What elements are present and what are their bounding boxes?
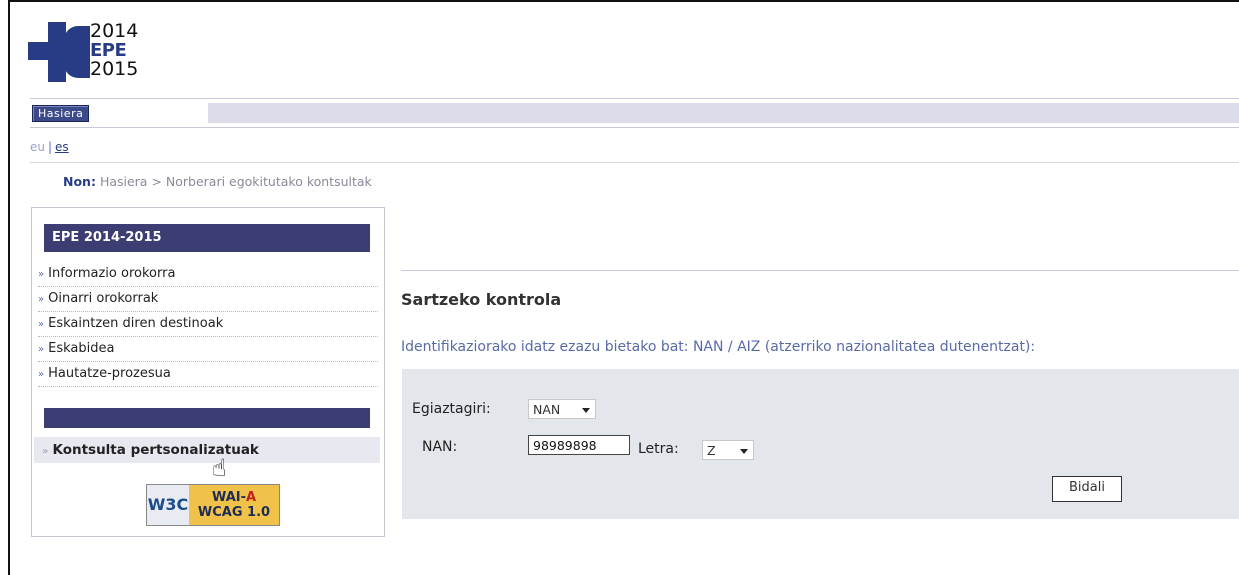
home-button[interactable]: Hasiera	[32, 105, 90, 122]
double-chevron-icon: »	[38, 294, 45, 305]
lang-eu: eu	[30, 140, 45, 154]
wcag-label: WAI-A WCAG 1.0	[189, 485, 279, 525]
double-chevron-icon: »	[38, 269, 45, 280]
sidebar-item-label: Informazio orokorra	[48, 266, 176, 281]
nan-label: NAN:	[422, 439, 458, 455]
breadcrumb-label: Non:	[63, 174, 96, 189]
sidebar-section-bar	[44, 408, 370, 428]
sidebar-item-eskabidea[interactable]: » Eskabidea	[38, 337, 378, 362]
breadcrumb: Non: Hasiera > Norberari egokitutako kon…	[63, 174, 372, 189]
sidebar: EPE 2014-2015 » Informazio orokorra » Oina…	[31, 207, 385, 537]
sidebar-item-label: Oinarri orokorrak	[48, 291, 159, 306]
logo-year-start: 2014	[90, 20, 139, 42]
sidebar-item-oinarri-orokorrak[interactable]: » Oinarri orokorrak	[38, 287, 378, 312]
epe-logo: 2014 EPE 2015	[28, 22, 138, 84]
chevron-down-icon	[582, 408, 590, 413]
lang-separator: |	[48, 140, 53, 154]
submit-button[interactable]: Bidali	[1052, 476, 1122, 502]
double-chevron-icon: »	[38, 369, 45, 380]
letter-value: Z	[707, 443, 716, 458]
logo-c-shape	[64, 26, 90, 78]
doc-type-label: Egiaztagiri:	[412, 401, 491, 417]
top-nav: Hasiera	[30, 98, 1239, 128]
sidebar-item-hautatze-prozesua[interactable]: » Hautatze-prozesua	[38, 362, 378, 387]
double-chevron-icon: »	[42, 446, 49, 457]
sidebar-item-label: Eskaintzen diren destinoak	[48, 316, 224, 331]
sidebar-item-informazio-orokorra[interactable]: » Informazio orokorra	[38, 262, 378, 287]
logo-text: 2014 EPE 2015	[90, 22, 138, 79]
wai-level: A	[246, 490, 257, 505]
language-switcher: eu | es	[30, 140, 69, 154]
sidebar-item-kontsulta-pertsonalizatuak[interactable]: » Kontsulta pertsonalizatuak	[34, 437, 380, 463]
lang-es-link[interactable]: es	[55, 140, 69, 154]
wcag-version: WCAG 1.0	[197, 505, 271, 520]
letter-select[interactable]: Z	[702, 440, 754, 460]
doc-type-select[interactable]: NAN	[528, 399, 596, 419]
main-divider	[401, 270, 1239, 271]
sidebar-item-label: Hautatze-prozesua	[48, 366, 171, 381]
wai-a-badge[interactable]: W3C WAI-A WCAG 1.0	[146, 484, 280, 526]
wai-text: WAI-	[211, 490, 246, 505]
sidebar-item-label: Kontsulta pertsonalizatuak	[52, 442, 259, 458]
hand-pointer-cursor-icon: ☝	[212, 454, 227, 482]
divider	[30, 162, 1239, 163]
doc-type-value: NAN	[533, 402, 561, 417]
double-chevron-icon: »	[38, 344, 45, 355]
sidebar-item-label: Eskabidea	[48, 341, 115, 356]
sidebar-heading: EPE 2014-2015	[44, 224, 370, 252]
top-nav-bar	[208, 103, 1239, 123]
login-form: Egiaztagiri: NAN NAN: Letra: Z Bidali	[402, 369, 1239, 519]
page-title: Sartzeko kontrola	[401, 290, 562, 309]
sidebar-item-eskaintzen-diren-destinoak[interactable]: » Eskaintzen diren destinoak	[38, 312, 378, 337]
nan-input[interactable]	[528, 435, 630, 455]
sidebar-menu: » Informazio orokorra » Oinarri orokorrak …	[38, 262, 378, 387]
letter-label: Letra:	[638, 441, 679, 457]
breadcrumb-path: Hasiera > Norberari egokitutako kontsult…	[99, 174, 372, 189]
logo-year-end: 2015	[90, 58, 139, 80]
chevron-down-icon	[740, 449, 748, 454]
instructions-text: Identifikaziorako idatz ezazu bietako ba…	[401, 339, 1036, 355]
double-chevron-icon: »	[38, 319, 45, 330]
w3c-logo: W3C	[147, 485, 189, 525]
